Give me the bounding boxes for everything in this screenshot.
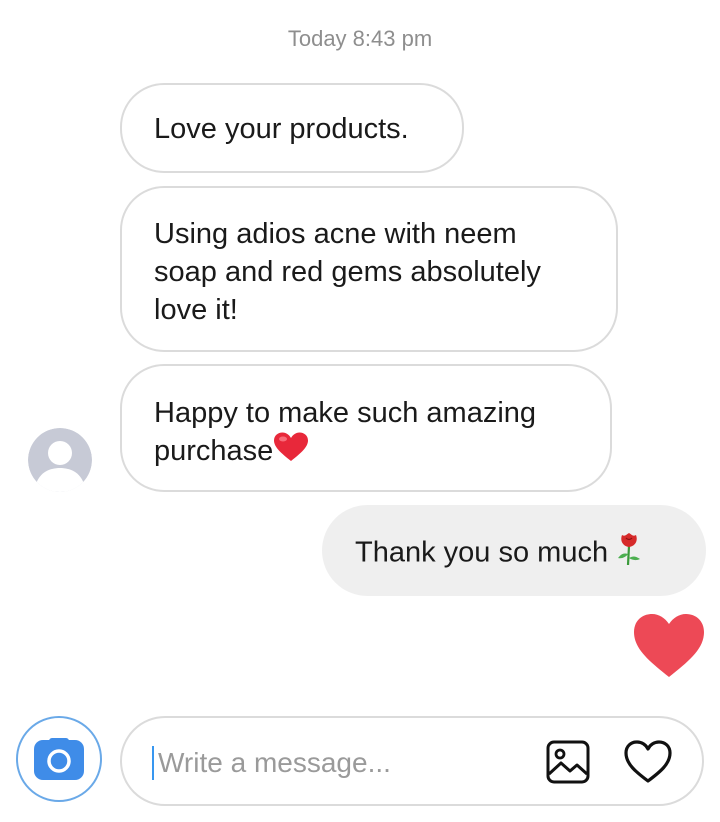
message-bubble-incoming[interactable]: Using adios acne with neem soap and red … xyxy=(120,186,618,352)
heart-reaction-icon[interactable] xyxy=(632,613,706,684)
message-bubble-incoming[interactable]: Happy to make such amazing purchase xyxy=(120,364,612,492)
message-text: Using adios acne with neem soap and red … xyxy=(154,218,541,326)
message-bubble-outgoing[interactable]: Thank you so much xyxy=(322,505,706,596)
avatar[interactable] xyxy=(28,428,92,492)
message-text: Love your products. xyxy=(154,113,409,145)
message-text: Happy to make such amazing purchase xyxy=(154,397,537,467)
heart-outline-icon xyxy=(624,740,672,783)
gallery-button[interactable] xyxy=(546,740,590,789)
camera-icon xyxy=(34,738,84,780)
camera-button[interactable] xyxy=(16,716,102,802)
red-heart-emoji-icon xyxy=(273,432,309,472)
thread-timestamp: Today 8:43 pm xyxy=(287,26,433,51)
rose-emoji-icon xyxy=(616,532,642,576)
message-text: Thank you so much xyxy=(355,536,617,569)
image-icon xyxy=(546,740,590,784)
like-button[interactable] xyxy=(624,740,672,789)
message-composer xyxy=(120,716,704,806)
message-input[interactable] xyxy=(152,746,518,780)
message-bubble-incoming[interactable]: Love your products. xyxy=(120,83,464,173)
